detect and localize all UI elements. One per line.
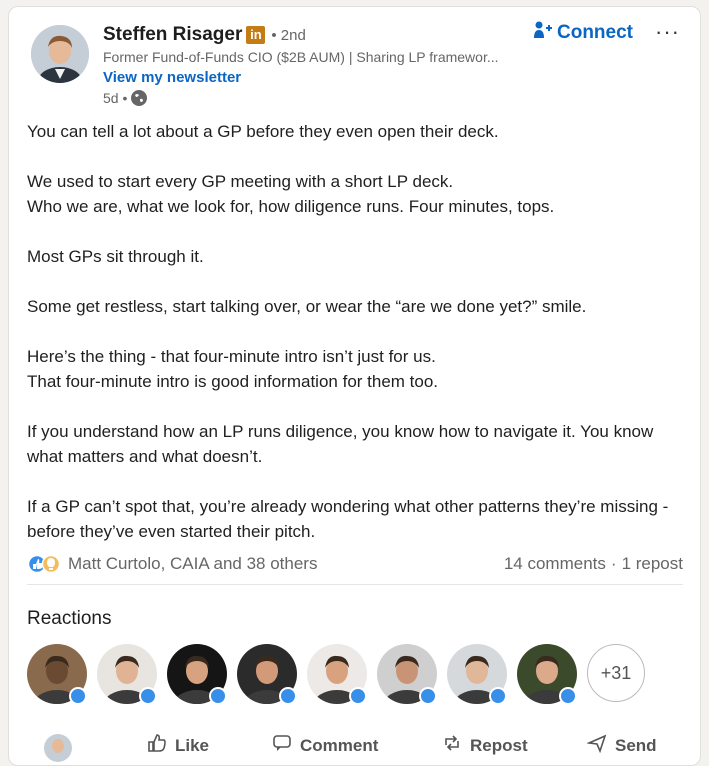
divider <box>27 584 683 585</box>
post-actions-bar: Like Comment Repost Send <box>27 733 683 763</box>
more-reactors-button[interactable]: +31 <box>587 644 645 702</box>
stats-separator: · <box>610 554 617 573</box>
author-headline: Former Fund-of-Funds CIO ($2B AUM) | Sha… <box>103 49 499 65</box>
connect-button[interactable]: Connect <box>533 21 633 45</box>
post-paragraph: Some get restless, start talking over, o… <box>27 297 587 316</box>
like-reaction-icon <box>419 687 437 705</box>
post-paragraph: Most GPs sit through it. <box>27 247 204 266</box>
reactors-summary[interactable]: Matt Curtolo, CAIA and 38 others <box>68 554 317 574</box>
send-label: Send <box>615 735 657 755</box>
reposts-count[interactable]: 1 repost <box>622 554 683 574</box>
comments-count[interactable]: 14 comments <box>504 554 606 574</box>
send-icon <box>586 733 607 758</box>
like-reaction-icon <box>279 687 297 705</box>
like-reaction-icon <box>349 687 367 705</box>
comment-button[interactable]: Comment <box>272 733 378 758</box>
like-button[interactable]: Like <box>147 733 209 758</box>
connection-degree: • 2nd <box>271 26 306 44</box>
reactions-heading: Reactions <box>27 608 112 629</box>
repost-icon <box>442 733 462 758</box>
repost-button[interactable]: Repost <box>442 733 528 758</box>
engagement-stats: 14 comments · 1 repost <box>504 554 683 574</box>
post-paragraph: You can tell a lot about a GP before the… <box>27 122 499 141</box>
viewer-avatar[interactable] <box>43 733 73 763</box>
view-newsletter-link[interactable]: View my newsletter <box>103 69 241 86</box>
like-label: Like <box>175 735 210 755</box>
post-time: 5d • <box>103 90 128 106</box>
like-reaction-icon <box>489 687 507 705</box>
like-reaction-icon <box>559 687 577 705</box>
reaction-type-icons[interactable] <box>27 554 65 574</box>
post-timestamp: 5d • <box>103 90 148 106</box>
like-reaction-icon <box>139 687 157 705</box>
post-paragraph: Here’s the thing - that four-minute intr… <box>27 347 439 391</box>
linkedin-premium-icon: in <box>246 26 266 44</box>
add-person-icon <box>533 21 553 45</box>
post-text: You can tell a lot about a GP before the… <box>27 119 687 569</box>
post-paragraph: If a GP can’t spot that, you’re already … <box>27 497 669 541</box>
send-button[interactable]: Send <box>586 733 657 758</box>
repost-label: Repost <box>470 735 528 755</box>
comment-icon <box>272 733 292 758</box>
like-reaction-icon <box>69 687 87 705</box>
more-options-icon[interactable]: ··· <box>655 19 680 45</box>
post-paragraph: We used to start every GP meeting with a… <box>27 172 555 216</box>
connect-label: Connect <box>557 22 633 43</box>
post-card: Steffen Risager in • 2nd Former Fund-of-… <box>8 6 701 766</box>
comment-label: Comment <box>300 735 379 755</box>
post-paragraph: If you understand how an LP runs diligen… <box>27 422 654 466</box>
author-avatar[interactable] <box>31 25 89 83</box>
author-name[interactable]: Steffen Risager in • 2nd <box>103 24 306 46</box>
like-reaction-icon <box>209 687 227 705</box>
reactor-avatars: +31 <box>27 644 687 708</box>
social-counts: Matt Curtolo, CAIA and 38 others 14 comm… <box>27 552 683 576</box>
author-name-text[interactable]: Steffen Risager <box>103 24 242 46</box>
thumbs-up-icon <box>147 733 167 758</box>
globe-icon <box>131 90 148 106</box>
